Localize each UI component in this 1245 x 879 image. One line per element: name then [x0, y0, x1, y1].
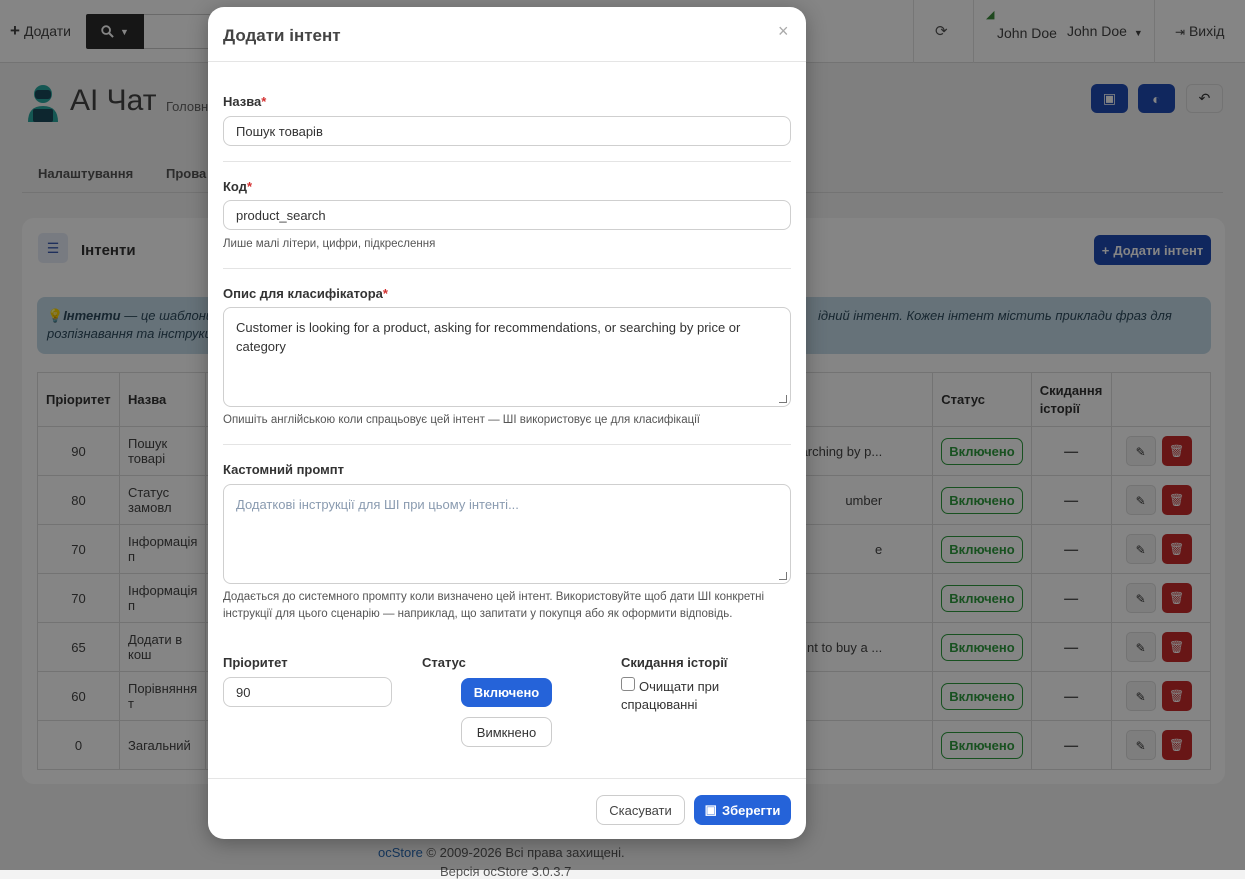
- add-intent-modal: Додати інтент × Назва* Пошук товарів Код…: [208, 7, 806, 839]
- description-label: Опис для класифікатора*: [223, 286, 388, 301]
- reset-checkbox-label[interactable]: Очищати при спрацюванні: [621, 678, 771, 714]
- status-enabled-button[interactable]: Включено: [461, 678, 552, 707]
- prompt-hint: Додається до системного промпту коли виз…: [223, 591, 765, 620]
- divider: [223, 268, 791, 269]
- floppy-disk-icon: ▣: [704, 802, 717, 817]
- close-icon[interactable]: ×: [778, 21, 789, 42]
- prompt-label: Кастомний промпт: [223, 462, 344, 477]
- custom-prompt-textarea[interactable]: Додаткові інструкції для ШІ при цьому ін…: [223, 484, 791, 584]
- save-label: Зберегти: [721, 802, 781, 818]
- code-field[interactable]: product_search: [223, 200, 791, 230]
- description-textarea[interactable]: Customer is looking for a product, askin…: [223, 307, 791, 407]
- modal-header: Додати інтент ×: [208, 7, 806, 62]
- code-hint: Лише малі літери, цифри, підкреслення: [223, 238, 436, 250]
- prompt-placeholder: Додаткові інструкції для ШІ при цьому ін…: [236, 497, 519, 512]
- status-disabled-button[interactable]: Вимкнено: [461, 717, 552, 747]
- description-hint: Опишіть англійською коли спрацьовує цей …: [223, 414, 700, 426]
- divider: [223, 161, 791, 162]
- resize-handle-icon[interactable]: [779, 395, 787, 403]
- save-button[interactable]: ▣ Зберегти: [694, 795, 791, 825]
- modal-title: Додати інтент: [223, 26, 341, 45]
- cancel-button[interactable]: Скасувати: [596, 795, 685, 825]
- name-field[interactable]: Пошук товарів: [223, 116, 791, 146]
- description-value: Customer is looking for a product, askin…: [236, 320, 741, 354]
- reset-history-checkbox[interactable]: [621, 677, 635, 691]
- priority-field[interactable]: 90: [223, 677, 392, 707]
- code-label: Код*: [223, 179, 253, 194]
- name-label: Назва*: [223, 94, 267, 109]
- resize-handle-icon[interactable]: [779, 572, 787, 580]
- status-label: Статус: [422, 655, 466, 670]
- modal-footer: Скасувати ▣ Зберегти: [208, 778, 806, 839]
- priority-label: Пріоритет: [223, 655, 288, 670]
- divider: [223, 444, 791, 445]
- reset-history-label: Скидання історії: [621, 655, 728, 670]
